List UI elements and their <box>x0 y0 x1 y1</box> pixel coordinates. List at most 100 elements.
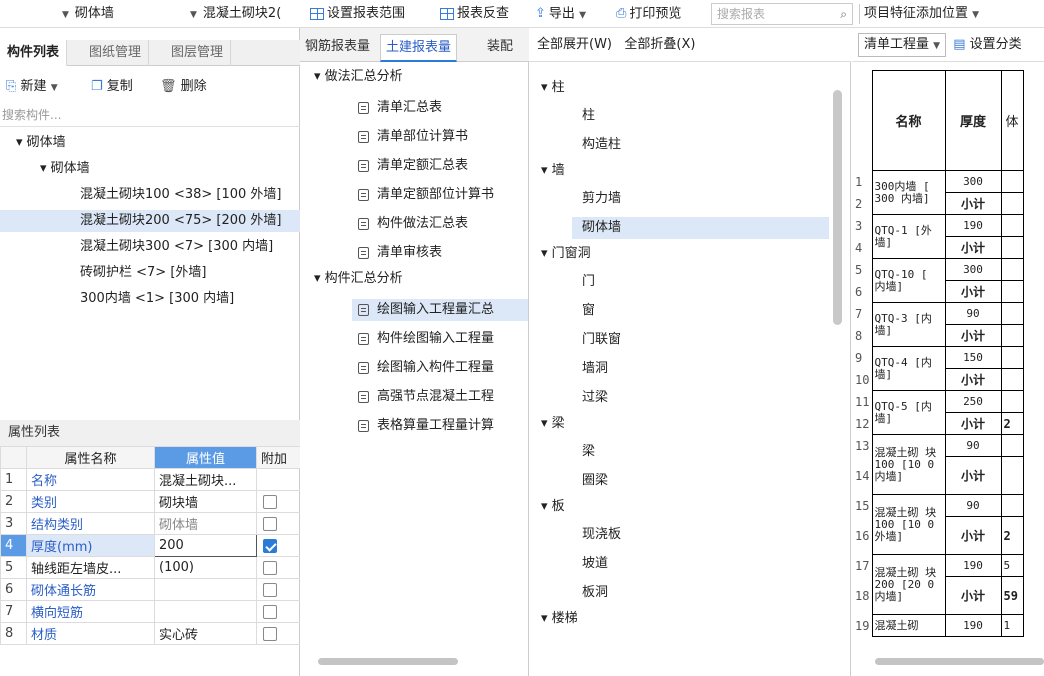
extra-checkbox[interactable] <box>263 626 277 641</box>
table-horizontal-scrollbar[interactable] <box>875 658 1044 665</box>
copy-button[interactable]: ❐ 复制 <box>91 76 133 98</box>
chevron-down-icon[interactable]: ▾ <box>541 163 552 178</box>
category-group[interactable]: ▾ 墙 <box>541 160 565 182</box>
chevron-down-icon[interactable]: ▾ <box>541 80 552 95</box>
tree-item[interactable]: ▾ 砌体墙 <box>16 132 66 154</box>
report-group[interactable]: ▾ 做法汇总分析 <box>314 66 403 88</box>
report-item[interactable]: 清单审核表 <box>352 242 528 264</box>
tree-item[interactable]: 混凝土砌块100 <38> [100 外墙] <box>80 184 282 206</box>
property-row[interactable]: 8 材质 实心砖 <box>0 622 301 645</box>
category-item[interactable]: 构造柱 <box>572 134 621 156</box>
add-position-dropdown[interactable]: 项目特征添加位置 ▼ <box>864 4 979 24</box>
extra-checkbox[interactable] <box>263 582 277 597</box>
export-button[interactable]: ⇪ 导出 ▼ <box>535 4 586 24</box>
category-item[interactable]: 坡道 <box>572 553 608 575</box>
quantity-mode-dropdown[interactable]: 清单工程量 ▼ <box>858 32 947 57</box>
extra-checkbox[interactable] <box>263 560 277 575</box>
category-item[interactable]: 现浇板 <box>572 524 621 546</box>
chevron-down-icon[interactable]: ▾ <box>541 246 552 261</box>
category-item[interactable]: 板洞 <box>572 582 608 604</box>
property-value[interactable]: 砌体墙 <box>154 512 257 535</box>
report-reverse-check-button[interactable]: 报表反查 <box>440 4 509 24</box>
new-button[interactable]: ⎘ 新建 ▼ <box>6 76 58 98</box>
table-row[interactable]: 13 混凝土砌 块100 [10 0 内墙] 90 <box>852 434 1024 495</box>
collapse-all-button[interactable]: 全部折叠(X) <box>624 37 695 52</box>
property-value[interactable]: (100) <box>154 556 257 579</box>
table-row[interactable]: 17 混凝土砌 块200 [20 0 内墙] 190 5 <box>852 554 1024 615</box>
category-group[interactable]: ▾ 楼梯 <box>541 608 578 630</box>
chevron-down-icon[interactable]: ▾ <box>541 416 552 431</box>
category-item[interactable]: 剪力墙 <box>572 188 621 210</box>
category-item[interactable]: 砌体墙 <box>572 217 829 239</box>
tab-civil-report[interactable]: 土建报表量 <box>380 34 458 62</box>
category-item[interactable]: 窗 <box>572 300 595 322</box>
table-row[interactable]: 11 QTQ-5 [内 墙] 250 <box>852 390 1024 435</box>
report-item[interactable]: 构件绘图输入工程量 <box>352 328 528 350</box>
property-row[interactable]: 1 名称 混凝土砌块... <box>0 468 301 491</box>
table-row[interactable]: 5 QTQ-10 [ 内墙] 300 <box>852 258 1024 303</box>
extra-checkbox[interactable] <box>263 538 277 553</box>
property-row[interactable]: 7 横向短筋 <box>0 600 301 623</box>
component-search-input[interactable]: 搜索构件... <box>2 104 61 126</box>
extra-checkbox[interactable] <box>263 494 277 509</box>
property-value[interactable] <box>154 600 257 623</box>
tab-component-list[interactable]: 构件列表 <box>0 40 68 66</box>
category-item[interactable]: 柱 <box>572 105 595 127</box>
property-value[interactable]: 砌块墙 <box>154 490 257 513</box>
category-item[interactable]: 门 <box>572 271 595 293</box>
tab-drawing-management[interactable]: 图纸管理 <box>82 40 150 66</box>
tree-item[interactable]: 300内墙 <1> [300 内墙] <box>80 288 234 310</box>
property-row[interactable]: 4 厚度(mm) 200 <box>0 534 301 557</box>
report-item[interactable]: 清单定额汇总表 <box>352 155 528 177</box>
tab-assembly-report[interactable]: 装配 <box>482 34 518 62</box>
category-item[interactable]: 过梁 <box>572 387 608 409</box>
set-category-button[interactable]: ▤ 设置分类 <box>953 37 1021 52</box>
property-value[interactable]: 200 <box>154 534 257 557</box>
tree-item[interactable]: 砖砌护栏 <7> [外墙] <box>80 262 206 284</box>
category-group[interactable]: ▾ 柱 <box>541 77 565 99</box>
report-search-input[interactable]: 搜索报表 ⌕ <box>711 3 853 25</box>
tree-item[interactable]: ▾ 砌体墙 <box>40 158 90 180</box>
property-row[interactable]: 3 结构类别 砌体墙 <box>0 512 301 535</box>
table-row[interactable]: 19 混凝土砌 190 1 <box>852 614 1024 637</box>
report-horizontal-scrollbar[interactable] <box>318 658 458 665</box>
table-row[interactable]: 9 QTQ-4 [内 墙] 150 <box>852 346 1024 391</box>
category-item[interactable]: 墙洞 <box>572 358 608 380</box>
chevron-down-icon[interactable]: ▾ <box>541 499 552 514</box>
report-item[interactable]: 构件做法汇总表 <box>352 213 528 235</box>
property-row[interactable]: 6 砌体通长筋 <box>0 578 301 601</box>
chevron-down-icon[interactable]: ▾ <box>541 611 552 626</box>
tab-layer-management[interactable]: 图层管理 <box>164 40 232 66</box>
report-item[interactable]: 清单定额部位计算书 <box>352 184 528 206</box>
table-row[interactable]: 15 混凝土砌 块100 [10 0 外墙] 90 <box>852 494 1024 555</box>
property-value[interactable]: 实心砖 <box>154 622 257 645</box>
report-item[interactable]: 清单部位计算书 <box>352 126 528 148</box>
property-row[interactable]: 5 轴线距左墙皮... (100) <box>0 556 301 579</box>
delete-button[interactable]: 🗑 删除 <box>160 76 207 98</box>
report-item[interactable]: 高强节点混凝土工程 <box>352 386 528 408</box>
category-group[interactable]: ▾ 门窗洞 <box>541 243 591 265</box>
category-group[interactable]: ▾ 梁 <box>541 413 565 435</box>
property-row[interactable]: 2 类别 砌块墙 <box>0 490 301 513</box>
report-group[interactable]: ▾ 构件汇总分析 <box>314 268 403 290</box>
category-item[interactable]: 门联窗 <box>572 329 621 351</box>
tree-item[interactable]: 混凝土砌块200 <75> [200 外墙] <box>0 210 300 232</box>
table-row[interactable]: 1 300内墙 [ 300 内墙] 300 <box>852 170 1024 215</box>
property-value[interactable] <box>154 578 257 601</box>
extra-checkbox[interactable] <box>263 516 277 531</box>
filter-dropdown-2[interactable]: ▼ 混凝土砌块2( <box>190 4 300 24</box>
report-item[interactable]: 绘图输入工程量汇总 <box>352 299 528 321</box>
chevron-down-icon[interactable]: ▾ <box>314 69 325 84</box>
table-row[interactable]: 3 QTQ-1 [外 墙] 190 <box>852 214 1024 259</box>
extra-checkbox[interactable] <box>263 604 277 619</box>
category-item[interactable]: 梁 <box>572 441 595 463</box>
filter-dropdown-1[interactable]: ▼ 砌体墙 <box>62 4 114 24</box>
category-vertical-scrollbar[interactable] <box>833 90 842 325</box>
expand-all-button[interactable]: 全部展开(W) <box>537 37 612 52</box>
property-value[interactable]: 混凝土砌块... <box>154 468 257 491</box>
set-report-range-button[interactable]: 设置报表范围 <box>310 4 405 24</box>
category-group[interactable]: ▾ 板 <box>541 496 565 518</box>
table-row[interactable]: 7 QTQ-3 [内 墙] 90 <box>852 302 1024 347</box>
chevron-down-icon[interactable]: ▾ <box>16 135 27 150</box>
chevron-down-icon[interactable]: ▾ <box>314 271 325 286</box>
